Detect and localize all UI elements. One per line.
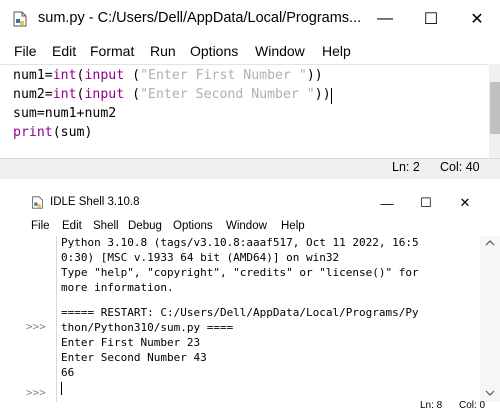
editor-line-number: Ln: 2 [392, 160, 420, 174]
editor-window: sum.py - C:/Users/Dell/AppData/Local/Pro… [0, 0, 500, 179]
shell-output[interactable]: Python 3.10.8 (tags/v3.10.8:aaaf517, Oct… [56, 236, 481, 402]
code-line-2: num2=int(input ("Enter Second Number ")) [13, 87, 332, 104]
text-cursor [61, 382, 62, 395]
python-file-icon [13, 11, 27, 27]
code-line-3: sum=num1+num2 [13, 106, 117, 121]
shell-window: IDLE Shell 3.10.8 — ☐ ✕ File Edit Shell … [22, 190, 500, 412]
code-editor[interactable]: num1=int(input ("Enter First Number ")) … [0, 64, 490, 159]
output-line: Type "help", "copyright", "credits" or "… [61, 266, 419, 279]
close-button[interactable]: ✕ [454, 4, 500, 34]
menu-file[interactable]: File [31, 216, 50, 236]
idle-shell-icon [32, 196, 43, 209]
menu-edit[interactable]: Edit [52, 38, 76, 64]
close-button[interactable]: ✕ [446, 190, 484, 216]
menu-run[interactable]: Run [150, 38, 176, 64]
minimize-button[interactable]: — [362, 4, 408, 34]
shell-prompt: >>> [26, 320, 46, 333]
shell-title-bar[interactable]: IDLE Shell 3.10.8 — ☐ ✕ [22, 190, 500, 216]
restart-line: ===== RESTART: C:/Users/Dell/AppData/Loc… [61, 306, 419, 319]
scroll-up-arrow-icon[interactable] [485, 240, 495, 246]
shell-scrollbar[interactable] [480, 236, 500, 402]
menu-help[interactable]: Help [281, 216, 305, 236]
output-line: 0:30) [MSC v.1933 64 bit (AMD64)] on win… [61, 251, 340, 264]
menu-help[interactable]: Help [322, 38, 351, 64]
restart-line: thon/Python310/sum.py ==== [61, 321, 234, 334]
menu-format[interactable]: Format [90, 38, 134, 64]
menu-debug[interactable]: Debug [128, 216, 162, 236]
maximize-button[interactable]: ☐ [408, 4, 454, 34]
editor-scrollbar-thumb[interactable] [490, 82, 500, 134]
editor-status-bar [0, 158, 500, 179]
menu-window[interactable]: Window [226, 216, 267, 236]
maximize-button[interactable]: ☐ [407, 190, 445, 216]
shell-prompt: >>> [26, 386, 46, 399]
menu-file[interactable]: File [14, 38, 37, 64]
output-line: Python 3.10.8 (tags/v3.10.8:aaaf517, Oct… [61, 236, 419, 249]
shell-column-number: Col: 0 [459, 400, 486, 411]
shell-menu-bar: File Edit Shell Debug Options Window Hel… [22, 216, 500, 236]
output-line: Enter First Number 23 [61, 336, 201, 349]
shell-window-title: IDLE Shell 3.10.8 [50, 196, 140, 208]
menu-window[interactable]: Window [255, 38, 305, 64]
minimize-button[interactable]: — [368, 190, 406, 216]
scroll-down-arrow-icon[interactable] [485, 390, 495, 396]
editor-window-title: sum.py - C:/Users/Dell/AppData/Local/Pro… [38, 10, 362, 26]
prompt-gutter: >>> >>> [22, 236, 56, 402]
editor-column-number: Col: 40 [440, 160, 480, 174]
menu-shell[interactable]: Shell [93, 216, 119, 236]
code-line-1: num1=int(input ("Enter First Number ")) [13, 68, 323, 83]
menu-options[interactable]: Options [190, 38, 238, 64]
text-cursor [330, 88, 332, 104]
shell-line-number: Ln: 8 [420, 400, 443, 411]
code-line-4: print(sum) [13, 125, 93, 140]
menu-edit[interactable]: Edit [62, 216, 82, 236]
menu-options[interactable]: Options [173, 216, 213, 236]
editor-title-bar[interactable]: sum.py - C:/Users/Dell/AppData/Local/Pro… [0, 0, 500, 38]
output-line: Enter Second Number 43 [61, 351, 207, 364]
output-line: more information. [61, 281, 174, 294]
editor-menu-bar: File Edit Format Run Options Window Help [0, 38, 500, 64]
output-line: 66 [61, 366, 75, 379]
